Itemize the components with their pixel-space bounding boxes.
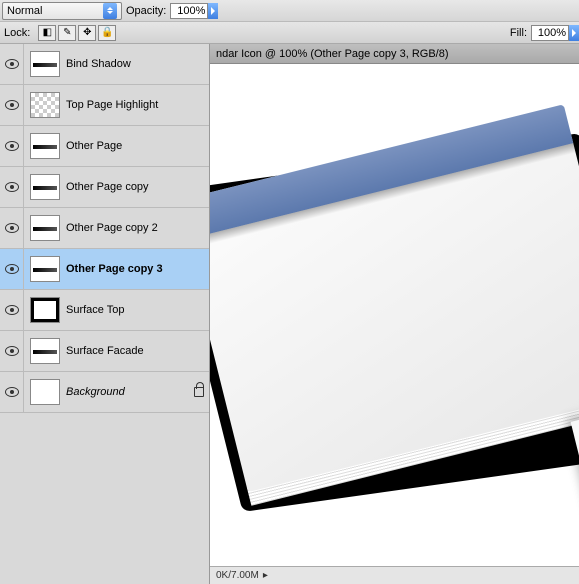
layer-thumbnail[interactable]	[30, 51, 60, 77]
padlock-icon	[194, 387, 204, 397]
layer-row[interactable]: Surface Top	[0, 290, 209, 331]
layer-visibility-toggle[interactable]	[0, 331, 24, 371]
eye-icon	[5, 387, 19, 397]
layer-visibility-toggle[interactable]	[0, 208, 24, 248]
eye-icon	[5, 346, 19, 356]
layer-name[interactable]: Background	[66, 386, 189, 398]
layer-thumbnail[interactable]	[30, 215, 60, 241]
layer-name[interactable]: Other Page	[66, 140, 189, 152]
opacity-label: Opacity:	[126, 5, 166, 17]
status-flyout-arrow-icon[interactable]: ▸	[263, 570, 268, 581]
layers-empty-area	[0, 413, 209, 584]
eye-icon	[5, 100, 19, 110]
layer-visibility-toggle[interactable]	[0, 85, 24, 125]
layer-row[interactable]: Other Page	[0, 126, 209, 167]
eye-icon	[5, 141, 19, 151]
blend-mode-select[interactable]: Normal	[2, 2, 122, 20]
layer-visibility-toggle[interactable]	[0, 126, 24, 166]
layer-thumbnail[interactable]	[30, 133, 60, 159]
photoshop-window: Normal Opacity: Lock: ◧ ✎ ✥ 🔒 Fill: Bind	[0, 0, 579, 584]
lock-move-icon[interactable]: ✥	[78, 25, 96, 41]
layer-thumbnail[interactable]	[30, 338, 60, 364]
layer-thumbnail[interactable]	[30, 92, 60, 118]
lock-all-icon[interactable]: 🔒	[98, 25, 116, 41]
layer-name[interactable]: Other Page copy 3	[66, 263, 189, 275]
layer-visibility-toggle[interactable]	[0, 167, 24, 207]
eye-icon	[5, 182, 19, 192]
eye-icon	[5, 59, 19, 69]
blend-mode-value: Normal	[7, 5, 42, 17]
fill-input[interactable]	[531, 25, 569, 41]
lock-label: Lock:	[4, 27, 30, 39]
layer-row[interactable]: Bind Shadow	[0, 44, 209, 85]
eye-icon	[5, 264, 19, 274]
dropdown-arrows-icon	[103, 3, 117, 19]
layer-thumbnail[interactable]	[30, 256, 60, 282]
layer-name[interactable]: Top Page Highlight	[66, 99, 189, 111]
layer-name[interactable]: Bind Shadow	[66, 58, 189, 70]
lock-fill-bar: Lock: ◧ ✎ ✥ 🔒 Fill:	[0, 22, 579, 44]
layer-visibility-toggle[interactable]	[0, 44, 24, 84]
layer-name[interactable]: Other Page copy 2	[66, 222, 189, 234]
layer-lock-indicator	[189, 387, 209, 397]
layer-name[interactable]: Surface Facade	[66, 345, 189, 357]
artwork-icon	[210, 64, 579, 566]
status-doc-size: 0K/7.00M	[216, 570, 259, 581]
layer-name[interactable]: Surface Top	[66, 304, 189, 316]
opacity-field[interactable]	[170, 3, 218, 19]
lock-transparency-icon[interactable]: ◧	[38, 25, 56, 41]
document-title: ndar Icon @ 100% (Other Page copy 3, RGB…	[216, 48, 449, 60]
layer-thumbnail[interactable]	[30, 174, 60, 200]
layer-visibility-toggle[interactable]	[0, 372, 24, 412]
eye-icon	[5, 223, 19, 233]
blend-opacity-bar: Normal Opacity:	[0, 0, 579, 22]
layer-row[interactable]: Other Page copy	[0, 167, 209, 208]
layer-row[interactable]: Background	[0, 372, 209, 413]
layer-row[interactable]: Other Page copy 3	[0, 249, 209, 290]
fill-label: Fill:	[510, 27, 527, 39]
document-area: ndar Icon @ 100% (Other Page copy 3, RGB…	[210, 44, 579, 584]
layer-visibility-toggle[interactable]	[0, 249, 24, 289]
opacity-input[interactable]	[170, 3, 208, 19]
fill-flyout-arrow-icon[interactable]	[569, 25, 579, 41]
layer-visibility-toggle[interactable]	[0, 290, 24, 330]
main-area: Bind Shadow Top Page Highlight Other Page O…	[0, 44, 579, 584]
document-title-bar: ndar Icon @ 100% (Other Page copy 3, RGB…	[210, 44, 579, 64]
layer-name[interactable]: Other Page copy	[66, 181, 189, 193]
layer-row[interactable]: Other Page copy 2	[0, 208, 209, 249]
eye-icon	[5, 305, 19, 315]
layer-row[interactable]: Surface Facade	[0, 331, 209, 372]
document-canvas[interactable]	[210, 64, 579, 566]
status-bar: 0K/7.00M ▸	[210, 566, 579, 584]
layer-thumbnail[interactable]	[30, 379, 60, 405]
layers-panel: Bind Shadow Top Page Highlight Other Page O…	[0, 44, 210, 584]
fill-field[interactable]	[531, 25, 579, 41]
layer-thumbnail[interactable]	[30, 297, 60, 323]
lock-brush-icon[interactable]: ✎	[58, 25, 76, 41]
layer-row[interactable]: Top Page Highlight	[0, 85, 209, 126]
opacity-flyout-arrow-icon[interactable]	[208, 3, 218, 19]
lock-icon-group: ◧ ✎ ✥ 🔒	[38, 25, 116, 41]
